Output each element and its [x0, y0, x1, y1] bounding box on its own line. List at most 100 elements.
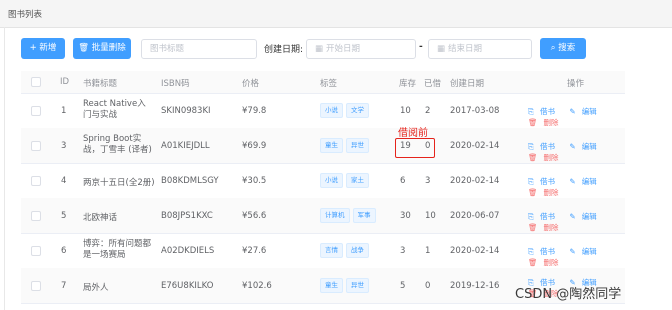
borrow-label: 借书 [540, 212, 555, 221]
cell-borrowed: 10 [425, 211, 436, 221]
tag: 文学 [346, 103, 369, 118]
tag: 言情 [320, 243, 343, 258]
header-created: 创建日期 [450, 79, 485, 89]
row-checkbox[interactable] [31, 211, 41, 221]
tag: 童生 [320, 138, 343, 153]
row-actions: ⎘ 借书 ✎ 编辑 🗑 删除 [528, 106, 625, 128]
cell-created: 2020-06-07 [450, 211, 500, 221]
delete-button[interactable]: 🗑 删除 [528, 153, 565, 162]
cell-tags: 言情 战争 [320, 243, 372, 258]
delete-button[interactable]: 🗑 删除 [528, 258, 565, 267]
cell-created: 2020-02-14 [450, 141, 500, 151]
row-checkbox[interactable] [31, 281, 41, 291]
title-search-input[interactable]: 图书标题 [141, 39, 257, 59]
batch-delete-label: 批量删除 [91, 43, 126, 53]
annotation-label: 借阅前 [398, 128, 428, 139]
cell-stock: 6 [400, 176, 406, 186]
borrow-icon: ⎘ [528, 212, 534, 221]
trash-icon: 🗑 [528, 223, 538, 232]
tag: 家土 [346, 173, 369, 188]
cell-title: 北欧神话 [83, 213, 118, 223]
calendar-icon: ▦ [315, 44, 324, 54]
cell-id: 1 [61, 106, 67, 116]
borrow-icon: ⎘ [528, 107, 534, 116]
annotation-highlight-box [395, 138, 435, 158]
cell-id: 4 [61, 176, 67, 186]
row-checkbox[interactable] [31, 176, 41, 186]
borrow-icon: ⎘ [528, 247, 534, 256]
cell-borrowed: 2 [425, 106, 431, 116]
search-button[interactable]: ⌕ 搜索 [540, 38, 586, 59]
tag: 小说 [320, 173, 343, 188]
cell-id: 3 [61, 141, 67, 151]
cell-borrowed: 3 [425, 176, 431, 186]
delete-button[interactable]: 🗑 删除 [528, 223, 565, 232]
borrow-icon: ⎘ [528, 142, 534, 151]
edit-button[interactable]: ✎ 编辑 [569, 107, 602, 116]
edit-label: 编辑 [581, 247, 597, 256]
cell-title: Spring Boot实战，丁雪丰 (译者) [83, 134, 152, 155]
borrow-label: 借书 [540, 247, 555, 256]
borrow-label: 借书 [540, 177, 555, 186]
table-row: 3 Spring Boot实战，丁雪丰 (译者) A01KIEJDLL ¥69.… [21, 128, 625, 164]
table-row: 4 两京十五日(全2册) B08KDMLSGY ¥30.5 小说 家土 6 3 2… [21, 163, 625, 199]
cell-title: React Native入门与实战 [83, 99, 146, 120]
delete-button[interactable]: 🗑 删除 [528, 118, 565, 127]
batch-delete-button[interactable]: 🗑 批量删除 [73, 38, 131, 59]
edit-button[interactable]: ✎ 编辑 [569, 177, 602, 186]
date-label: 创建日期: [264, 45, 304, 55]
edit-label: 编辑 [581, 142, 597, 151]
cell-isbn: B08JPS1KXC [161, 211, 213, 221]
end-date-placeholder: 结束日期 [448, 44, 483, 54]
borrow-icon: ⎘ [528, 177, 534, 186]
borrow-button[interactable]: ⎘ 借书 [528, 212, 561, 221]
start-date-placeholder: 开始日期 [326, 44, 361, 54]
borrow-button[interactable]: ⎘ 借书 [528, 107, 561, 116]
row-checkbox[interactable] [31, 141, 41, 151]
borrow-button[interactable]: ⎘ 借书 [528, 177, 561, 186]
tag: 军事 [352, 208, 376, 223]
cell-price: ¥30.5 [242, 176, 267, 186]
edit-icon: ✎ [569, 212, 576, 221]
cell-tags: 小说 文学 [320, 103, 372, 118]
date-separator: - [419, 42, 423, 52]
header-isbn: ISBN码 [161, 79, 190, 89]
header-actions: 操作 [567, 79, 585, 89]
trash-icon: 🗑 [528, 258, 538, 267]
cell-id: 7 [61, 281, 67, 291]
select-all-checkbox[interactable] [31, 77, 41, 87]
cell-isbn: E76U8KILKO [161, 281, 214, 291]
cell-title: 博弈：所有问题都是一场赛局 [83, 239, 152, 260]
delete-button[interactable]: 🗑 删除 [528, 188, 565, 197]
edit-label: 编辑 [581, 107, 597, 116]
frame-divider [4, 27, 5, 310]
header-id: ID [60, 77, 70, 87]
cell-price: ¥27.6 [242, 246, 267, 256]
edit-button[interactable]: ✎ 编辑 [569, 142, 602, 151]
calendar-icon: ▦ [437, 44, 446, 54]
borrow-button[interactable]: ⎘ 借书 [528, 247, 561, 256]
edit-icon: ✎ [569, 177, 576, 186]
delete-label: 删除 [543, 153, 559, 162]
trash-icon: 🗑 [528, 118, 538, 127]
row-checkbox[interactable] [31, 106, 41, 116]
header-stock: 库存 [399, 79, 417, 89]
edit-button[interactable]: ✎ 编辑 [569, 212, 602, 221]
cell-stock: 30 [400, 211, 411, 221]
table-row: 1 React Native入门与实战 SKIN0983KI ¥79.8 小说文… [21, 93, 625, 129]
edit-button[interactable]: ✎ 编辑 [569, 247, 602, 256]
cell-tags: 童生 异世 [320, 278, 372, 293]
row-actions: ⎘ 借书 ✎ 编辑 🗑 删除 [528, 211, 625, 233]
add-button[interactable]: + 新增 [21, 38, 65, 59]
panel-title-bar: 图书列表 [0, 0, 672, 28]
cell-price: ¥69.9 [242, 141, 267, 151]
borrow-button[interactable]: ⎘ 借书 [528, 142, 561, 151]
cell-tags: 小说 家土 [320, 173, 372, 188]
search-icon: ⌕ [550, 43, 556, 53]
start-date-input[interactable]: ▦ 开始日期 [306, 39, 416, 59]
end-date-input[interactable]: ▦ 结束日期 [428, 39, 532, 59]
row-actions: ⎘ 借书 ✎ 编辑 🗑 删除 [528, 176, 625, 198]
row-checkbox[interactable] [31, 246, 41, 256]
cell-stock: 10 [400, 106, 411, 116]
cell-borrowed: 0 [425, 281, 431, 291]
